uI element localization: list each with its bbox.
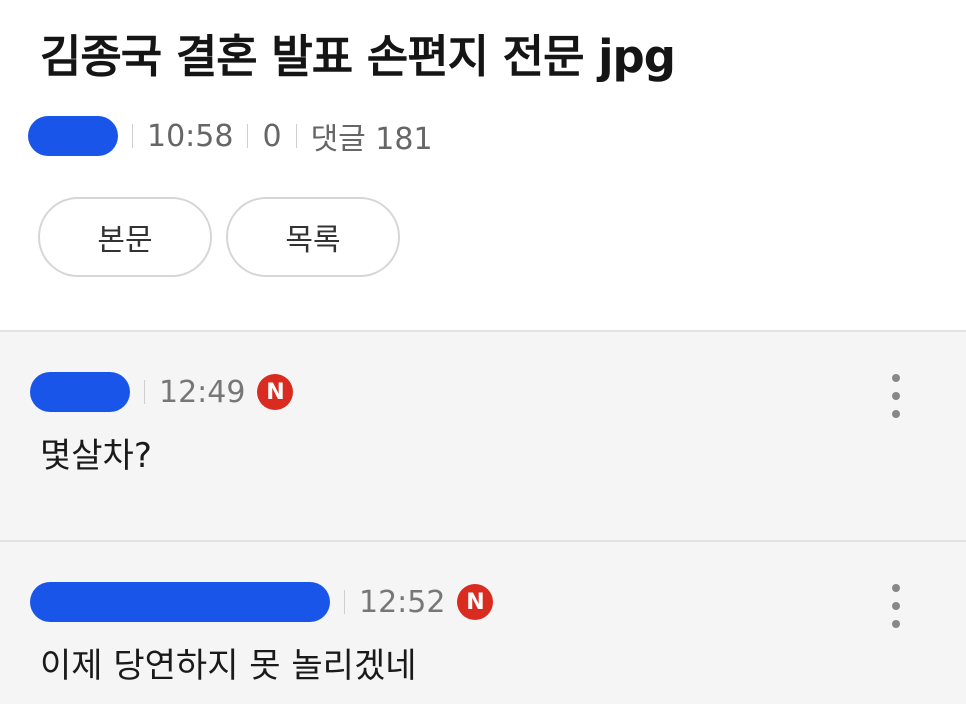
new-badge-icon: N: [457, 584, 494, 620]
post-time: 10:58: [147, 118, 234, 154]
comment-time: 12:52: [359, 584, 446, 620]
new-badge-icon: N: [257, 374, 294, 410]
list-button[interactable]: 목록: [226, 197, 400, 277]
dot: [892, 374, 900, 382]
comment-count[interactable]: 댓글 181: [311, 114, 433, 158]
post-actions: 본문 목록: [38, 197, 400, 277]
meta-divider: [144, 380, 145, 404]
meta-divider: [344, 590, 345, 614]
post-views: 0: [262, 118, 282, 154]
comment-text: 몇살차?: [40, 436, 152, 476]
author-redacted[interactable]: [28, 116, 118, 156]
dot: [892, 392, 900, 400]
dot: [892, 602, 900, 610]
comment-item: 12:49 N 몇살차?: [0, 332, 966, 540]
comment-meta: 12:49 N: [30, 370, 294, 414]
dot: [892, 584, 900, 592]
comment-time: 12:49: [159, 374, 246, 410]
meta-divider: [132, 124, 133, 148]
more-vertical-icon[interactable]: [888, 584, 904, 628]
meta-divider: [295, 124, 297, 148]
comment-text: 이제 당연하지 못 놀리겠네: [40, 646, 417, 686]
dot: [892, 620, 900, 628]
post-title: 김종국 결혼 발표 손편지 전문 jpg: [40, 30, 676, 83]
meta-divider: [247, 124, 249, 148]
comment-meta: 12:52 N: [30, 580, 494, 624]
post-meta: 10:58 0 댓글 181: [28, 114, 433, 158]
comment-item: 12:52 N 이제 당연하지 못 놀리겠네: [0, 542, 966, 704]
more-vertical-icon[interactable]: [888, 374, 904, 418]
commenter-redacted[interactable]: [30, 582, 330, 622]
commenter-redacted[interactable]: [30, 372, 130, 412]
post-header: 김종국 결혼 발표 손편지 전문 jpg 10:58 0 댓글 181 본문 목…: [0, 0, 966, 330]
dot: [892, 410, 900, 418]
body-button[interactable]: 본문: [38, 197, 212, 277]
